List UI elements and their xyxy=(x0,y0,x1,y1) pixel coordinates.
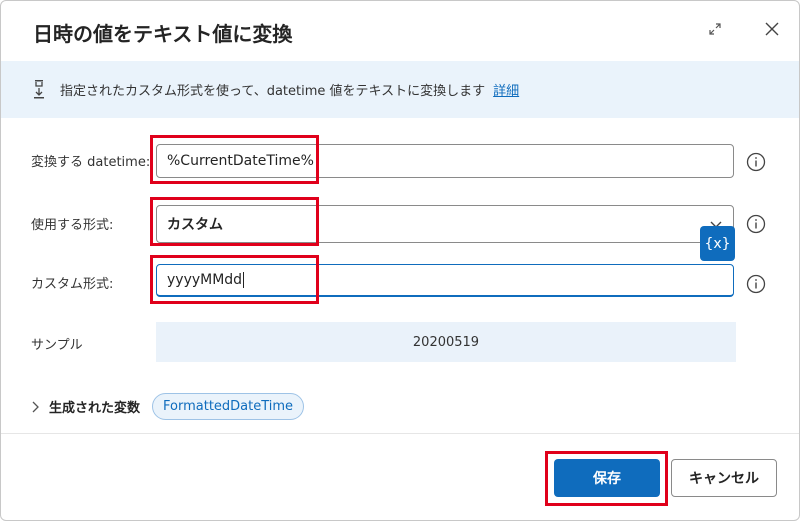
info-banner: 指定されたカスタム形式を使って、datetime 値をテキストに変換します 詳細 xyxy=(1,61,799,118)
format-icon xyxy=(34,79,44,98)
custom-format-input[interactable]: yyyyMMdd xyxy=(156,264,734,297)
datetime-value: %CurrentDateTime% xyxy=(167,153,314,169)
variable-pill[interactable]: FormattedDateTime xyxy=(152,393,305,420)
dialog-title: 日時の値をテキスト値に変換 xyxy=(33,22,293,46)
variables-button[interactable]: {x} xyxy=(700,226,735,261)
format-select[interactable]: カスタム xyxy=(156,205,734,243)
sample-output: 20200519 xyxy=(156,322,736,362)
datetime-help-icon[interactable] xyxy=(746,152,766,172)
format-help-icon[interactable] xyxy=(746,214,766,234)
footer-divider xyxy=(1,433,799,434)
generated-variables-toggle[interactable]: 生成された変数 xyxy=(49,397,140,416)
format-value: カスタム xyxy=(167,217,223,233)
custom-format-label: カスタム形式: xyxy=(31,277,114,292)
custom-format-value: yyyyMMdd xyxy=(167,272,243,288)
convert-datetime-dialog: 日時の値をテキスト値に変換 指定されたカスタム形式を使って、datetime 値… xyxy=(0,0,800,521)
datetime-input[interactable]: %CurrentDateTime% xyxy=(156,144,734,178)
close-icon[interactable] xyxy=(758,15,786,43)
text-caret xyxy=(243,272,245,288)
cancel-button[interactable]: キャンセル xyxy=(671,459,777,497)
datetime-label: 変換する datetime: xyxy=(31,155,151,170)
custom-format-help-icon[interactable] xyxy=(746,274,766,294)
details-link[interactable]: 詳細 xyxy=(493,80,519,99)
sample-value: 20200519 xyxy=(412,334,480,350)
expand-icon[interactable] xyxy=(701,15,729,43)
chevron-right-icon[interactable] xyxy=(31,401,39,413)
info-text: 指定されたカスタム形式を使って、datetime 値をテキストに変換します xyxy=(60,84,486,99)
save-button[interactable]: 保存 xyxy=(554,459,660,497)
generated-variables-section: 生成された変数 FormattedDateTime xyxy=(31,393,305,420)
sample-label: サンプル xyxy=(31,338,83,353)
format-label: 使用する形式: xyxy=(31,218,114,233)
